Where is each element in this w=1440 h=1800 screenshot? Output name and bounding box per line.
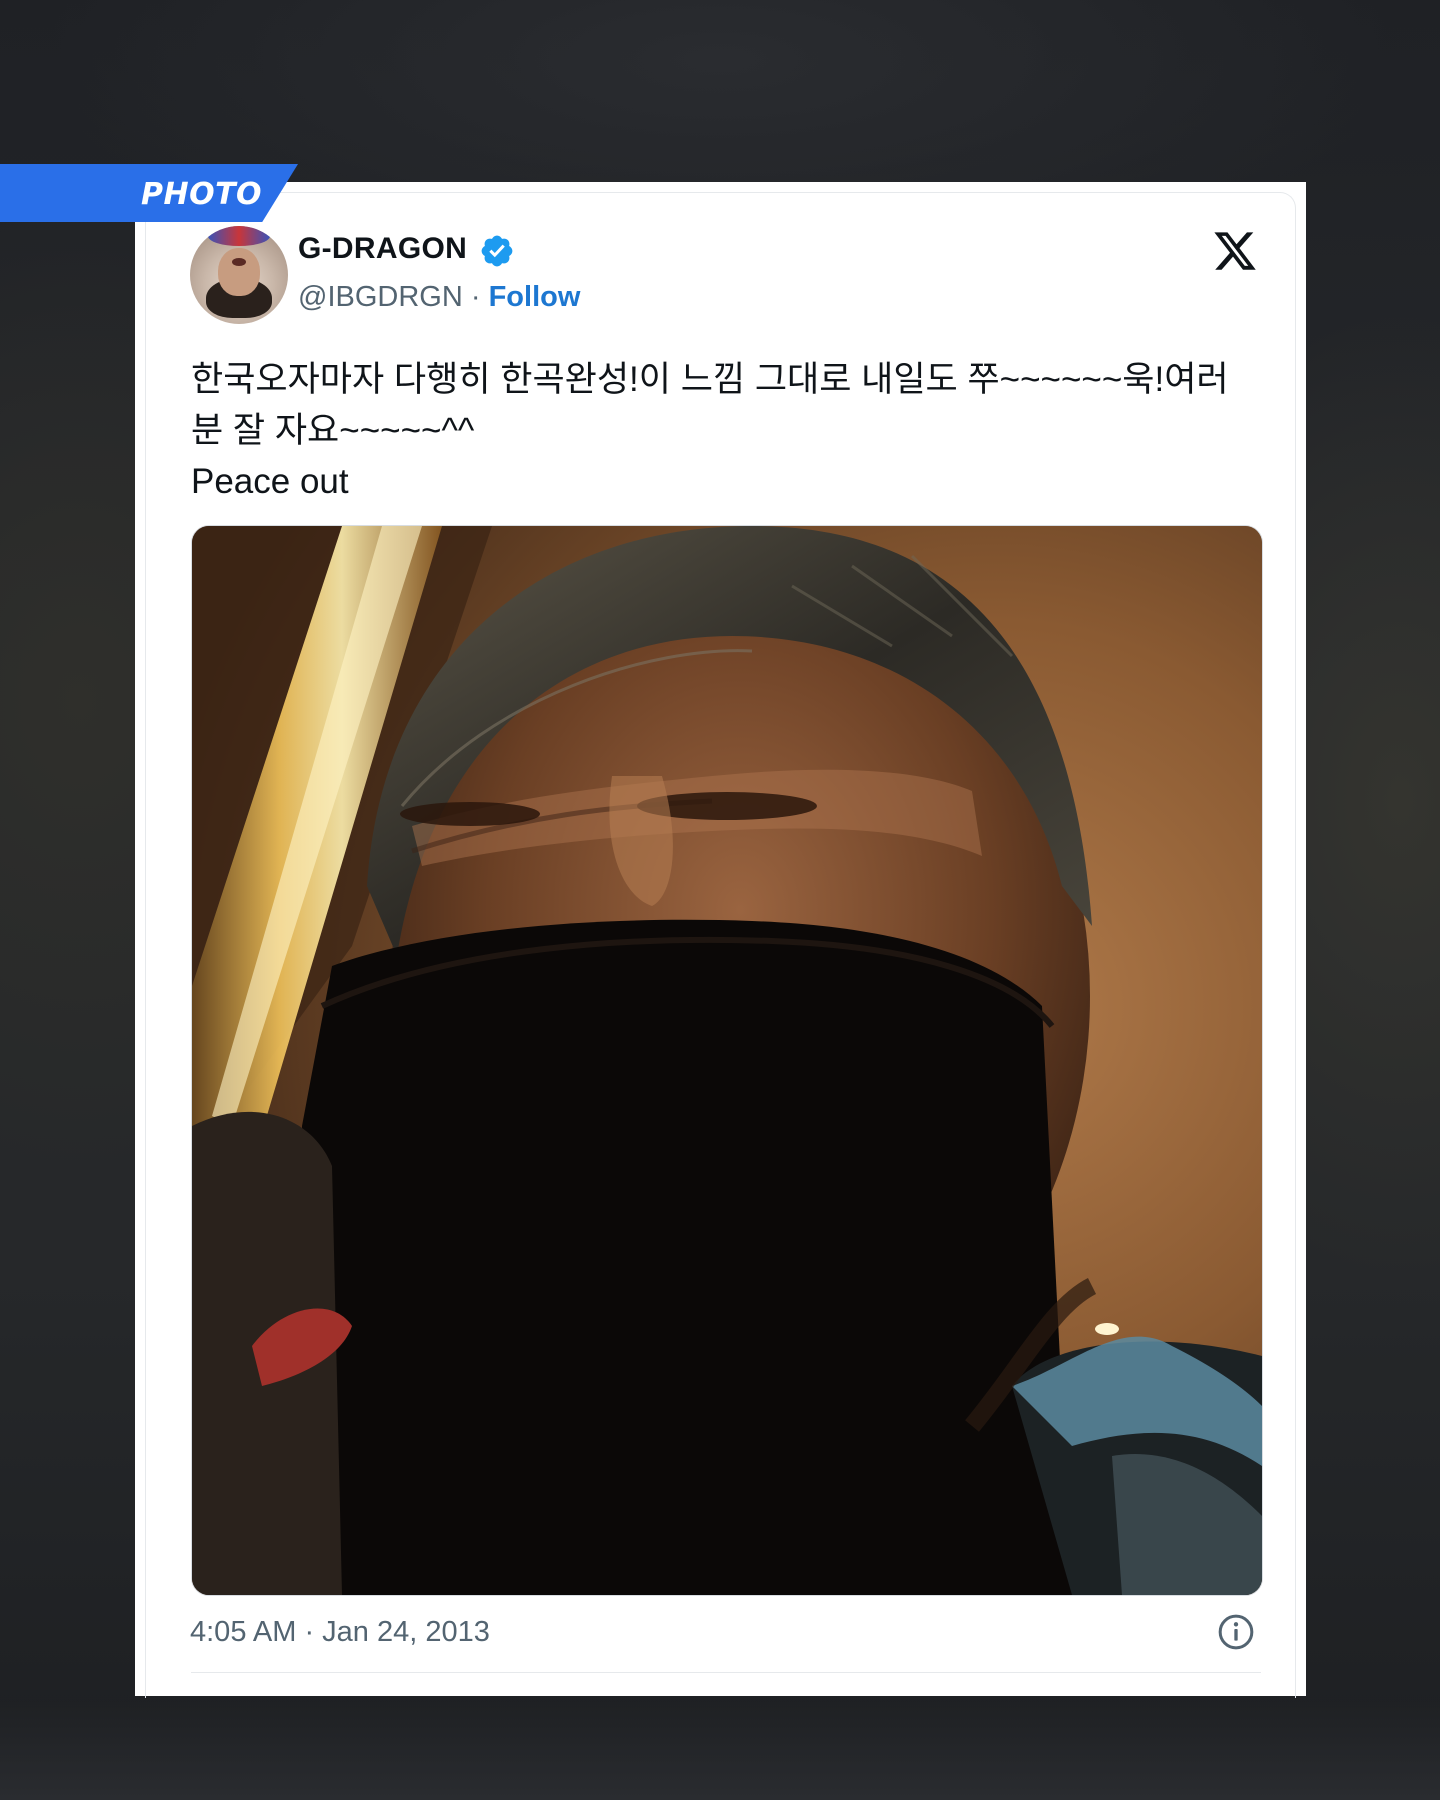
author-handle[interactable]: @IBGDRGN	[298, 281, 463, 313]
x-logo-icon[interactable]	[1211, 228, 1259, 274]
tweet-text-line: 분 잘 자요~~~~~^^	[191, 411, 475, 450]
photo-badge: PHOTO	[0, 164, 298, 222]
card-divider	[191, 1672, 1261, 1673]
verified-badge-icon	[481, 235, 513, 267]
author-name[interactable]: G-DRAGON	[298, 232, 467, 266]
photo-selfie-illustration	[192, 526, 1262, 1595]
tweet-text: 한국오자마자 다행히 한곡완성!이 느낌 그대로 내일도 쭈~~~~~~욱!여러…	[191, 354, 1251, 507]
follow-button[interactable]: Follow	[489, 281, 581, 313]
tweet-card: G-DRAGON @IBGDRGN · Follow 한국오자마자 다행히 한곡…	[135, 182, 1306, 1698]
info-icon[interactable]	[1216, 1612, 1256, 1652]
tweet-photo[interactable]	[191, 525, 1263, 1596]
handle-separator: ·	[470, 281, 481, 313]
tweet-text-line: Peace out	[191, 462, 349, 501]
avatar[interactable]	[190, 226, 288, 324]
tweet-timestamp[interactable]: 4:05 AM · Jan 24, 2013	[190, 1616, 490, 1649]
author-handle-line: @IBGDRGN · Follow	[298, 281, 580, 314]
photo-badge-label: PHOTO	[141, 177, 263, 212]
tweet-text-line: 한국오자마자 다행히 한곡완성!이 느낌 그대로 내일도 쭈~~~~~~욱!여러	[191, 360, 1229, 399]
background-vignette	[0, 1700, 1440, 1800]
